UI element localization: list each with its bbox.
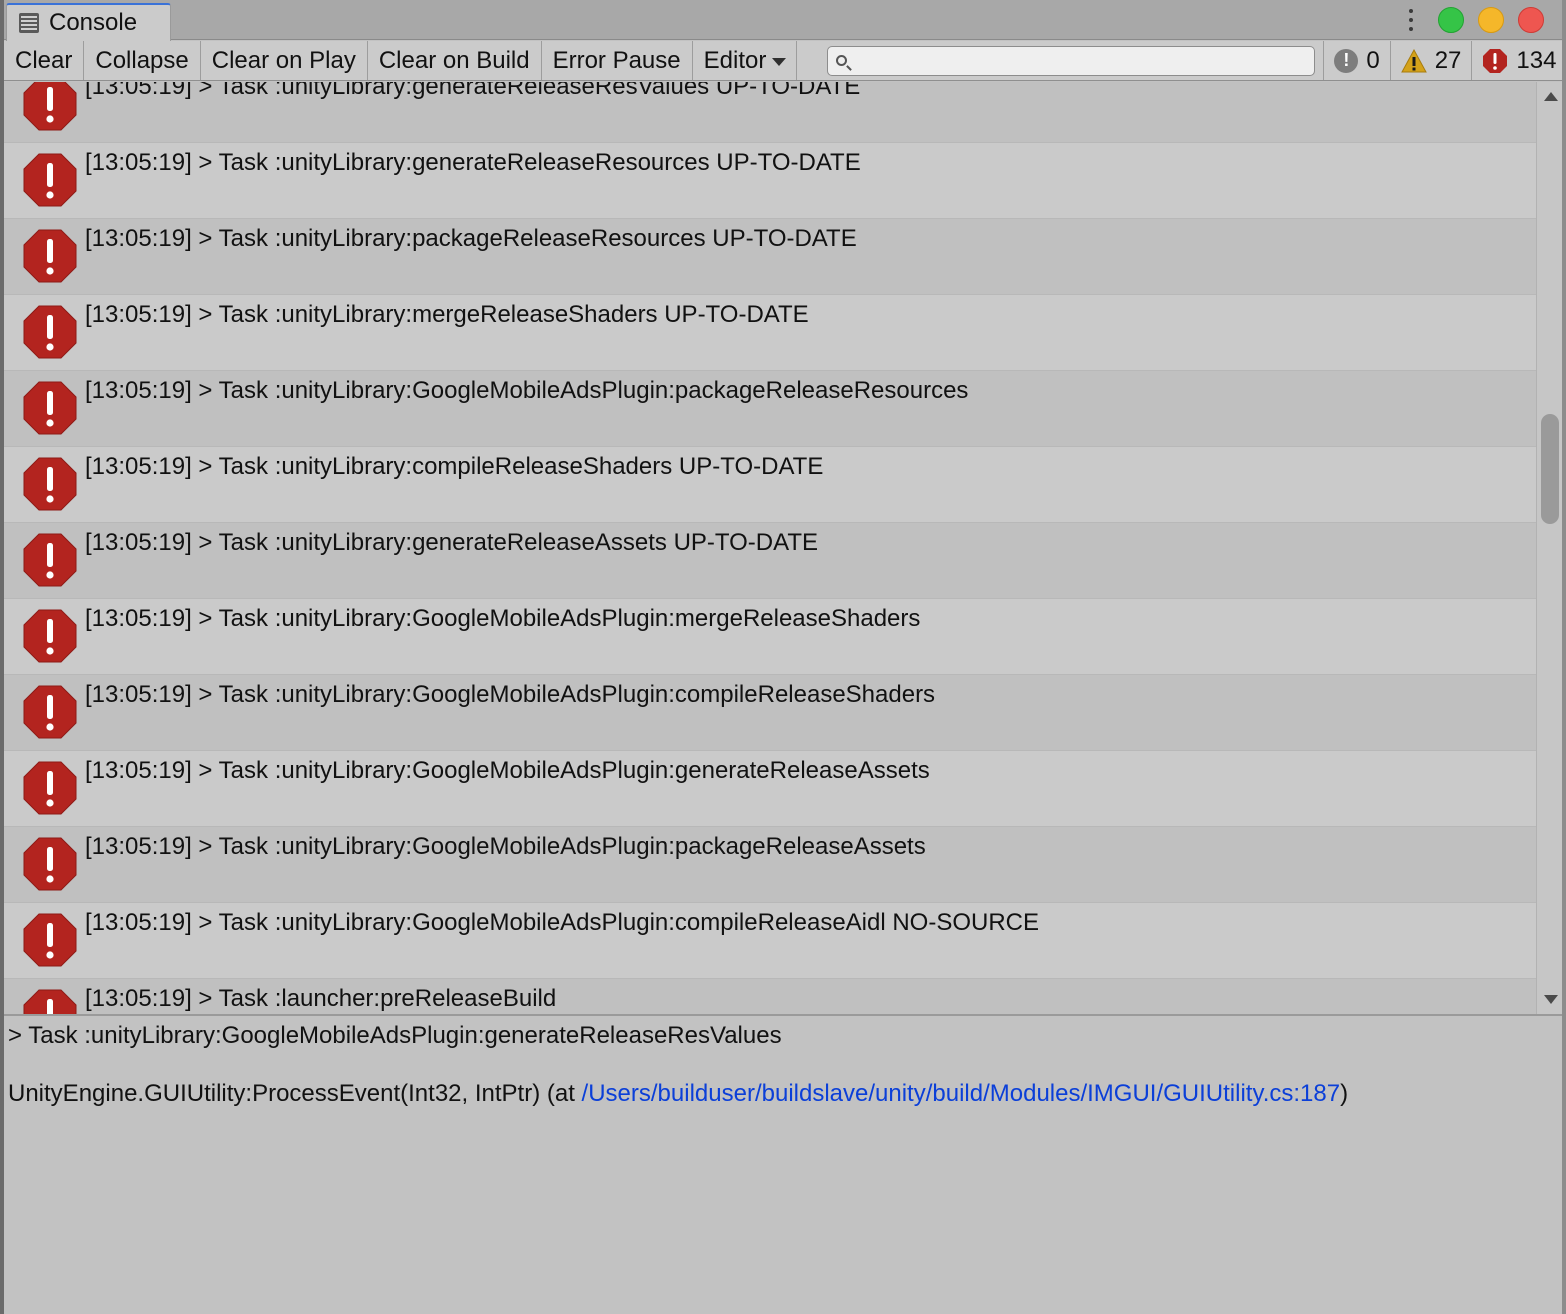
info-icon: ! [1334, 48, 1359, 73]
error-icon [23, 609, 77, 663]
clear-button[interactable]: Clear [4, 41, 85, 80]
detail-message: > Task :unityLibrary:GoogleMobileAdsPlug… [8, 1022, 782, 1049]
tab-title: Console [49, 9, 138, 36]
collapse-toggle[interactable]: Collapse [84, 41, 201, 80]
tab-bar: Console [4, 0, 1562, 41]
error-icon [23, 533, 77, 587]
log-row[interactable]: [13:05:19] > Task :unityLibrary:GoogleMo… [4, 675, 1536, 751]
warning-icon [1400, 48, 1427, 73]
log-row-text: [13:05:19] > Task :unityLibrary:GoogleMo… [85, 681, 936, 708]
log-row-text: [13:05:19] > Task :unityLibrary:generate… [85, 82, 861, 100]
scroll-down-icon[interactable] [1544, 995, 1558, 1004]
error-icon [23, 761, 77, 815]
console-toolbar: Clear Collapse Clear on Play Clear on Bu… [4, 41, 1562, 81]
log-row[interactable]: [13:05:19] > Task :unityLibrary:GoogleMo… [4, 903, 1536, 979]
log-row-text: [13:05:19] > Task :unityLibrary:GoogleMo… [85, 605, 921, 632]
right-edge [1562, 0, 1566, 1314]
log-rows: [13:05:19] > Task :unityLibrary:generate… [4, 82, 1536, 1014]
stack-suffix: ) [1340, 1080, 1349, 1107]
error-pause-toggle[interactable]: Error Pause [542, 41, 693, 80]
log-row[interactable]: [13:05:19] > Task :unityLibrary:generate… [4, 523, 1536, 599]
log-row[interactable]: [13:05:19] > Task :unityLibrary:GoogleMo… [4, 751, 1536, 827]
log-row[interactable]: [13:05:19] > Task :unityLibrary:mergeRel… [4, 295, 1536, 371]
more-options-icon[interactable] [1408, 9, 1414, 31]
error-icon [23, 82, 77, 131]
log-row-text: [13:05:19] > Task :unityLibrary:GoogleMo… [85, 757, 930, 784]
log-row[interactable]: [13:05:19] > Task :unityLibrary:GoogleMo… [4, 371, 1536, 447]
error-icon [23, 989, 77, 1014]
scroll-up-icon[interactable] [1544, 92, 1558, 101]
log-row-text: [13:05:19] > Task :unityLibrary:GoogleMo… [85, 833, 926, 860]
info-count: 0 [1366, 46, 1380, 74]
error-icon [23, 837, 77, 891]
editor-dropdown[interactable]: Editor [693, 41, 798, 80]
log-list[interactable]: [13:05:19] > Task :unityLibrary:generate… [4, 82, 1536, 1014]
error-count-toggle[interactable]: 134 [1471, 41, 1566, 80]
editor-dropdown-label: Editor [703, 46, 767, 74]
error-icon [23, 305, 77, 359]
log-row-text: [13:05:19] > Task :unityLibrary:GoogleMo… [85, 377, 969, 404]
error-icon [23, 685, 77, 739]
error-icon [23, 457, 77, 511]
log-row-text: [13:05:19] > Task :launcher:preReleaseBu… [85, 985, 557, 1012]
warning-count-toggle[interactable]: 27 [1389, 41, 1472, 80]
warning-count: 27 [1434, 46, 1462, 74]
log-scrollbar[interactable] [1536, 82, 1562, 1014]
search-box[interactable] [827, 45, 1316, 76]
zoom-button[interactable] [1438, 7, 1464, 33]
search-container [797, 41, 1323, 80]
search-input[interactable] [853, 47, 1315, 74]
log-row[interactable]: [13:05:19] > Task :launcher:preReleaseBu… [4, 979, 1536, 1014]
minimize-button[interactable] [1478, 7, 1504, 33]
info-count-toggle[interactable]: ! 0 [1323, 41, 1389, 80]
close-button[interactable] [1518, 7, 1544, 33]
scrollbar-thumb[interactable] [1541, 414, 1559, 524]
log-row-text: [13:05:19] > Task :unityLibrary:generate… [85, 529, 819, 556]
log-row[interactable]: [13:05:19] > Task :unityLibrary:packageR… [4, 219, 1536, 295]
error-icon [1482, 48, 1508, 74]
stack-prefix: UnityEngine.GUIUtility:ProcessEvent(Int3… [8, 1080, 582, 1107]
log-detail-panel: > Task :unityLibrary:GoogleMobileAdsPlug… [4, 1016, 1562, 1314]
error-count: 134 [1516, 46, 1557, 74]
log-row[interactable]: [13:05:19] > Task :unityLibrary:generate… [4, 143, 1536, 219]
stack-source-link[interactable]: /Users/builduser/buildslave/unity/build/… [582, 1080, 1341, 1107]
error-icon [23, 229, 77, 283]
log-row-text: [13:05:19] > Task :unityLibrary:mergeRel… [85, 301, 809, 328]
tab-console[interactable]: Console [6, 3, 171, 41]
log-row[interactable]: [13:05:19] > Task :unityLibrary:GoogleMo… [4, 599, 1536, 675]
search-icon [836, 55, 848, 66]
log-row[interactable]: [13:05:19] > Task :unityLibrary:compileR… [4, 447, 1536, 523]
clear-on-play-toggle[interactable]: Clear on Play [201, 41, 368, 80]
log-row-text: [13:05:19] > Task :unityLibrary:GoogleMo… [85, 909, 1040, 936]
detail-stacktrace: UnityEngine.GUIUtility:ProcessEvent(Int3… [8, 1080, 1558, 1108]
error-icon [23, 913, 77, 967]
log-row[interactable]: [13:05:19] > Task :unityLibrary:GoogleMo… [4, 827, 1536, 903]
log-row-text: [13:05:19] > Task :unityLibrary:compileR… [85, 453, 824, 480]
clear-on-build-toggle[interactable]: Clear on Build [368, 41, 542, 80]
error-icon [23, 381, 77, 435]
log-row-text: [13:05:19] > Task :unityLibrary:packageR… [85, 225, 857, 252]
chevron-down-icon [772, 57, 787, 66]
window-controls [1408, 7, 1544, 33]
error-icon [23, 153, 77, 207]
log-row-text: [13:05:19] > Task :unityLibrary:generate… [85, 149, 861, 176]
log-row[interactable]: [13:05:19] > Task :unityLibrary:generate… [4, 82, 1536, 143]
console-list-icon [19, 13, 39, 33]
